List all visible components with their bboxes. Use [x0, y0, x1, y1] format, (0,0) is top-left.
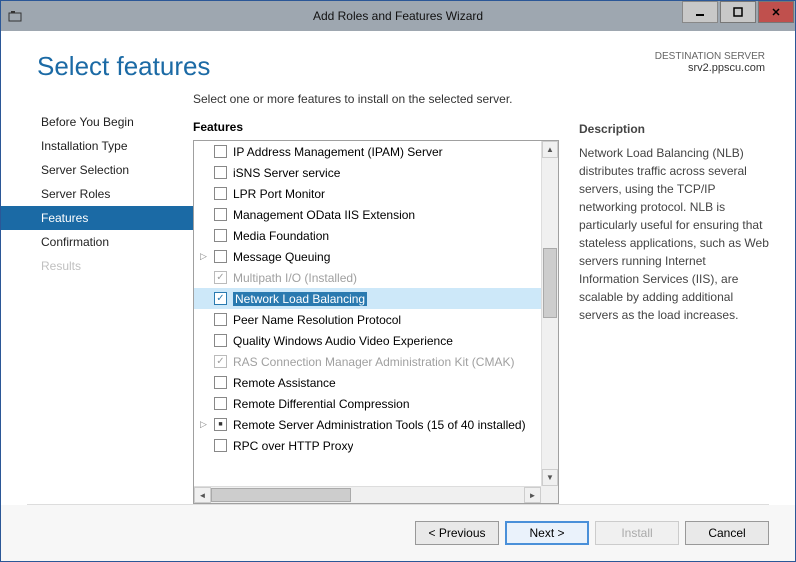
- hscroll-track[interactable]: [211, 487, 524, 503]
- feature-checkbox[interactable]: [214, 313, 227, 326]
- destination-label: DESTINATION SERVER: [655, 51, 765, 62]
- titlebar: Add Roles and Features Wizard: [1, 1, 795, 31]
- description-heading: Description: [579, 120, 769, 138]
- previous-button[interactable]: < Previous: [415, 521, 499, 545]
- feature-row[interactable]: ▷IP Address Management (IPAM) Server: [194, 141, 541, 162]
- feature-checkbox[interactable]: [214, 187, 227, 200]
- scroll-corner: [541, 486, 558, 503]
- scroll-right-button[interactable]: ►: [524, 487, 541, 503]
- vscroll-track[interactable]: [542, 158, 558, 469]
- header-row: Select features DESTINATION SERVER srv2.…: [1, 31, 795, 92]
- feature-checkbox[interactable]: [214, 439, 227, 452]
- tree-expander-icon[interactable]: ▷: [200, 251, 212, 262]
- feature-checkbox[interactable]: [214, 250, 227, 263]
- feature-label: IP Address Management (IPAM) Server: [233, 145, 443, 159]
- minimize-button[interactable]: [682, 1, 718, 23]
- destination-value: srv2.ppscu.com: [655, 62, 765, 74]
- feature-label: Media Foundation: [233, 229, 329, 243]
- vertical-scrollbar[interactable]: ▲ ▼: [541, 141, 558, 486]
- feature-label: Remote Differential Compression: [233, 397, 410, 411]
- wizard-step-results: Results: [1, 254, 193, 278]
- description-text: Network Load Balancing (NLB) distributes…: [579, 144, 769, 324]
- cancel-button[interactable]: Cancel: [685, 521, 769, 545]
- feature-row[interactable]: ▷Network Load Balancing: [194, 288, 541, 309]
- horizontal-scrollbar[interactable]: ◄ ►: [194, 486, 541, 503]
- feature-checkbox[interactable]: [214, 355, 227, 368]
- feature-checkbox[interactable]: [214, 145, 227, 158]
- feature-checkbox[interactable]: [214, 271, 227, 284]
- feature-label: iSNS Server service: [233, 166, 340, 180]
- next-button[interactable]: Next >: [505, 521, 589, 545]
- hscroll-thumb[interactable]: [211, 488, 351, 502]
- feature-label: Message Queuing: [233, 250, 330, 264]
- feature-label: RPC over HTTP Proxy: [233, 439, 353, 453]
- feature-checkbox[interactable]: [214, 334, 227, 347]
- feature-label: Peer Name Resolution Protocol: [233, 313, 401, 327]
- wizard-step-server-roles[interactable]: Server Roles: [1, 182, 193, 206]
- window-title: Add Roles and Features Wizard: [313, 9, 483, 23]
- feature-checkbox[interactable]: [214, 292, 227, 305]
- feature-checkbox[interactable]: [214, 376, 227, 389]
- feature-label: LPR Port Monitor: [233, 187, 325, 201]
- feature-row[interactable]: ▷RPC over HTTP Proxy: [194, 435, 541, 456]
- close-button[interactable]: [758, 1, 794, 23]
- feature-row[interactable]: ▷ Remote Server Administration Tools (15 …: [194, 414, 541, 435]
- features-column: Features ▷IP Address Management (IPAM) S…: [193, 120, 559, 504]
- feature-label: Quality Windows Audio Video Experience: [233, 334, 453, 348]
- features-heading: Features: [193, 120, 559, 134]
- features-listbox[interactable]: ▷IP Address Management (IPAM) Server▷iSN…: [193, 140, 559, 504]
- feature-label: Management OData IIS Extension: [233, 208, 415, 222]
- main-row: Before You BeginInstallation TypeServer …: [1, 92, 795, 504]
- feature-checkbox[interactable]: [214, 418, 227, 431]
- scroll-up-button[interactable]: ▲: [542, 141, 558, 158]
- destination-info: DESTINATION SERVER srv2.ppscu.com: [655, 51, 765, 74]
- maximize-button[interactable]: [720, 1, 756, 23]
- columns: Features ▷IP Address Management (IPAM) S…: [193, 120, 769, 504]
- scroll-left-button[interactable]: ◄: [194, 487, 211, 503]
- wizard-step-features[interactable]: Features: [1, 206, 193, 230]
- vscroll-thumb[interactable]: [543, 248, 557, 318]
- features-list-inner: ▷IP Address Management (IPAM) Server▷iSN…: [194, 141, 541, 486]
- footer-buttons: < Previous Next > Install Cancel: [1, 505, 795, 561]
- feature-label: Multipath I/O (Installed): [233, 271, 357, 285]
- feature-checkbox[interactable]: [214, 229, 227, 242]
- install-button[interactable]: Install: [595, 521, 679, 545]
- app-icon: [1, 9, 29, 23]
- description-column: Description Network Load Balancing (NLB)…: [579, 120, 769, 504]
- content-area: Select features DESTINATION SERVER srv2.…: [1, 31, 795, 561]
- instruction-text: Select one or more features to install o…: [193, 92, 769, 106]
- wizard-window: Add Roles and Features Wizard Select fea…: [0, 0, 796, 562]
- wizard-step-before-you-begin[interactable]: Before You Begin: [1, 110, 193, 134]
- feature-row[interactable]: ▷Quality Windows Audio Video Experience: [194, 330, 541, 351]
- feature-row[interactable]: ▷LPR Port Monitor: [194, 183, 541, 204]
- feature-row[interactable]: ▷RAS Connection Manager Administration K…: [194, 351, 541, 372]
- feature-label: Remote Server Administration Tools (15 o…: [233, 418, 526, 432]
- feature-label: Remote Assistance: [233, 376, 336, 390]
- feature-row[interactable]: ▷Management OData IIS Extension: [194, 204, 541, 225]
- feature-row[interactable]: ▷Multipath I/O (Installed): [194, 267, 541, 288]
- tree-expander-icon[interactable]: ▷: [200, 419, 212, 430]
- feature-row[interactable]: ▷Remote Differential Compression: [194, 393, 541, 414]
- feature-label: RAS Connection Manager Administration Ki…: [233, 355, 514, 369]
- feature-checkbox[interactable]: [214, 208, 227, 221]
- wizard-step-confirmation[interactable]: Confirmation: [1, 230, 193, 254]
- feature-checkbox[interactable]: [214, 166, 227, 179]
- feature-row[interactable]: ▷Remote Assistance: [194, 372, 541, 393]
- feature-row[interactable]: ▷ Message Queuing: [194, 246, 541, 267]
- feature-row[interactable]: ▷iSNS Server service: [194, 162, 541, 183]
- feature-checkbox[interactable]: [214, 397, 227, 410]
- wizard-step-installation-type[interactable]: Installation Type: [1, 134, 193, 158]
- scroll-down-button[interactable]: ▼: [542, 469, 558, 486]
- window-buttons: [681, 1, 795, 31]
- wizard-step-server-selection[interactable]: Server Selection: [1, 158, 193, 182]
- center-panel: Select one or more features to install o…: [193, 92, 769, 504]
- feature-label: Network Load Balancing: [233, 292, 367, 306]
- feature-row[interactable]: ▷Media Foundation: [194, 225, 541, 246]
- page-title: Select features: [37, 51, 210, 82]
- feature-row[interactable]: ▷Peer Name Resolution Protocol: [194, 309, 541, 330]
- wizard-steps-sidebar: Before You BeginInstallation TypeServer …: [1, 92, 193, 504]
